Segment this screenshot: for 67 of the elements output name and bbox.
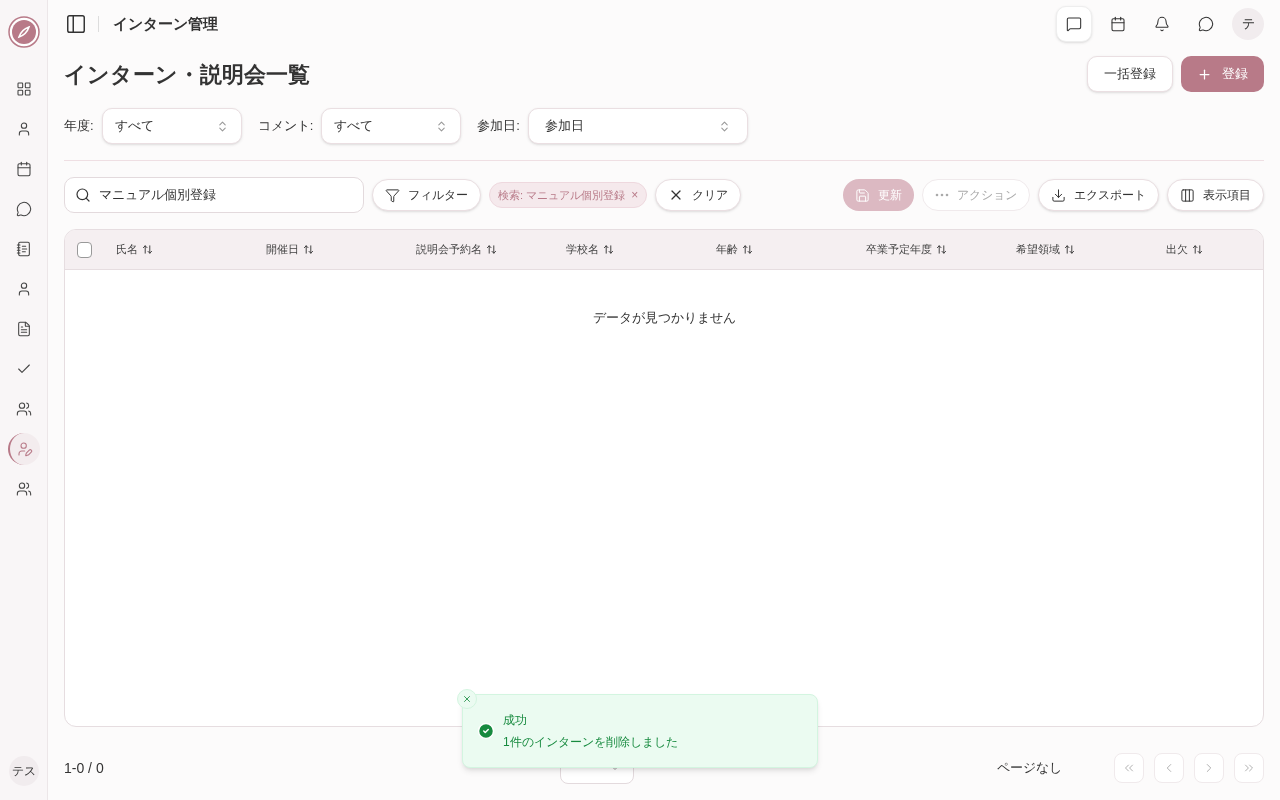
calendar-icon xyxy=(15,161,32,177)
column-header[interactable]: 希望領域 xyxy=(1016,241,1061,258)
filter-select[interactable]: すべて xyxy=(101,108,242,144)
download-icon xyxy=(1051,187,1066,203)
filter-select[interactable]: すべて xyxy=(321,108,462,144)
select-all-checkbox[interactable] xyxy=(77,241,93,258)
bell-icon xyxy=(1154,16,1170,32)
funnel-icon xyxy=(385,187,400,203)
column-header[interactable]: 年齢 xyxy=(716,241,739,258)
column-header[interactable]: 学校名 xyxy=(566,241,600,258)
chip-label: 検索: マニュアル個別登録 xyxy=(498,187,626,203)
page-title: インターン・説明会一覧 xyxy=(64,60,310,89)
sort-icon[interactable] xyxy=(936,244,948,255)
save-icon xyxy=(855,187,870,203)
search-field[interactable]: マニュアル個別登録 xyxy=(64,177,364,213)
double-chevron-right-icon xyxy=(1242,761,1256,775)
check-circle-icon xyxy=(477,722,495,740)
sidebar-panel-icon xyxy=(65,13,87,35)
app-title: インターン管理 xyxy=(113,13,218,34)
users-icon xyxy=(15,481,32,497)
close-icon xyxy=(462,694,472,704)
sort-icon[interactable] xyxy=(1064,244,1076,255)
notebook-icon xyxy=(15,241,32,257)
ellipsis-icon xyxy=(935,193,949,197)
column-header[interactable]: 開催日 xyxy=(266,241,300,258)
filter-label: 年度: xyxy=(64,117,94,136)
calendar-icon xyxy=(1110,16,1126,32)
search-input[interactable]: マニュアル個別登録 xyxy=(99,185,353,205)
user-avatar[interactable]: テ xyxy=(1232,8,1264,40)
message-button[interactable] xyxy=(1056,6,1092,42)
filter-select[interactable]: 参加日 xyxy=(527,108,748,144)
user-edit-icon xyxy=(16,441,33,457)
plus-icon xyxy=(1197,66,1212,82)
column-header[interactable]: 出欠 xyxy=(1166,241,1189,258)
filter-button[interactable]: フィルター xyxy=(372,179,481,211)
chat-icon xyxy=(1198,16,1214,32)
users-icon xyxy=(15,401,32,417)
sort-icon[interactable] xyxy=(1192,244,1204,255)
chat-icon xyxy=(15,201,32,217)
search-icon xyxy=(75,187,91,203)
sort-icon[interactable] xyxy=(142,244,154,255)
filter-label: 参加日: xyxy=(477,117,520,136)
columns-button[interactable]: 表示項目 xyxy=(1167,179,1264,211)
logo-icon[interactable] xyxy=(7,16,40,48)
bulk-register-button[interactable]: 一括登録 xyxy=(1087,56,1173,92)
column-header[interactable]: 卒業予定年度 xyxy=(866,241,933,258)
empty-message: データが見つかりません xyxy=(592,309,736,327)
double-chevron-left-icon xyxy=(1122,761,1136,775)
column-header[interactable]: 氏名 xyxy=(116,241,139,258)
toast-message: 1件のインターンを削除しました xyxy=(503,734,678,751)
result-range: 1-0 / 0 xyxy=(64,758,105,778)
message-icon xyxy=(1066,16,1082,32)
column-header[interactable]: 説明会予約名 xyxy=(416,241,483,258)
page-status: ページなし xyxy=(997,759,1062,778)
sort-icon[interactable] xyxy=(486,244,498,255)
sort-icon[interactable] xyxy=(742,244,754,255)
sidebar-item[interactable] xyxy=(7,433,40,465)
export-button[interactable]: エクスポート xyxy=(1038,179,1159,211)
toast-title: 成功 xyxy=(503,712,528,729)
sort-icon[interactable] xyxy=(603,244,615,255)
clear-button[interactable]: クリア xyxy=(655,179,742,211)
columns-icon xyxy=(1180,187,1195,203)
filter-label: コメント: xyxy=(257,117,314,136)
grid-icon xyxy=(15,81,32,97)
sort-icon[interactable] xyxy=(303,244,315,255)
user-avatar[interactable]: テス xyxy=(8,756,39,786)
document-icon xyxy=(15,321,32,337)
